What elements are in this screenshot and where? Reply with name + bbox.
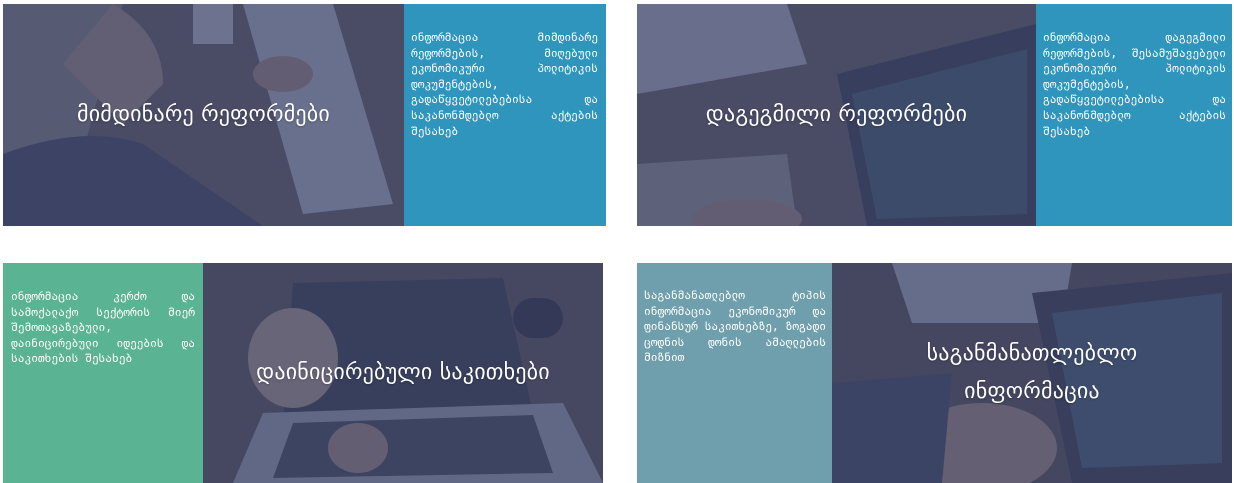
- card-description-panel: ინფორმაცია კერძო და სამოქალაქო სექტორის …: [3, 263, 203, 483]
- card-current-reforms[interactable]: მიმდინარე რეფორმები ინფორმაცია მიმდინარე…: [3, 4, 606, 226]
- card-photo[interactable]: დაგეგმილი რეფორმები: [637, 4, 1036, 226]
- card-planned-reforms[interactable]: დაგეგმილი რეფორმები ინფორმაცია დაგეგმილი…: [637, 4, 1232, 226]
- card-description-panel: ინფორმაცია დაგეგმილი რეფორმების, შესამუშ…: [1036, 4, 1232, 226]
- card-description: ინფორმაცია კერძო და სამოქალაქო სექტორის …: [11, 290, 195, 366]
- card-title[interactable]: დაგეგმილი რეფორმები: [706, 96, 967, 134]
- card-description: ინფორმაცია დაგეგმილი რეფორმების, შესამუშ…: [1043, 31, 1226, 138]
- card-initiated-issues[interactable]: ინფორმაცია კერძო და სამოქალაქო სექტორის …: [3, 263, 603, 483]
- card-title[interactable]: დაინიცირებული საკითხები: [256, 354, 550, 392]
- card-description: ინფორმაცია მიმდინარე რეფორმების, მიღებულ…: [411, 31, 598, 138]
- card-educational-information[interactable]: საგანმანათლებლო ტიპის ინფორმაცია ეკონომი…: [637, 263, 1232, 483]
- card-description: საგანმანათლებლო ტიპის ინფორმაცია ეკონომი…: [644, 289, 826, 365]
- card-photo[interactable]: საგანმანათლებლო ინფორმაცია: [832, 263, 1232, 483]
- card-title[interactable]: საგანმანათლებლო ინფორმაცია: [882, 335, 1182, 411]
- card-description-panel: ინფორმაცია მიმდინარე რეფორმების, მიღებულ…: [404, 4, 606, 226]
- card-photo[interactable]: მიმდინარე რეფორმები: [3, 4, 404, 226]
- card-photo[interactable]: დაინიცირებული საკითხები: [203, 263, 603, 483]
- card-title[interactable]: მიმდინარე რეფორმები: [77, 96, 330, 134]
- card-description-panel: საგანმანათლებლო ტიპის ინფორმაცია ეკონომი…: [637, 263, 832, 483]
